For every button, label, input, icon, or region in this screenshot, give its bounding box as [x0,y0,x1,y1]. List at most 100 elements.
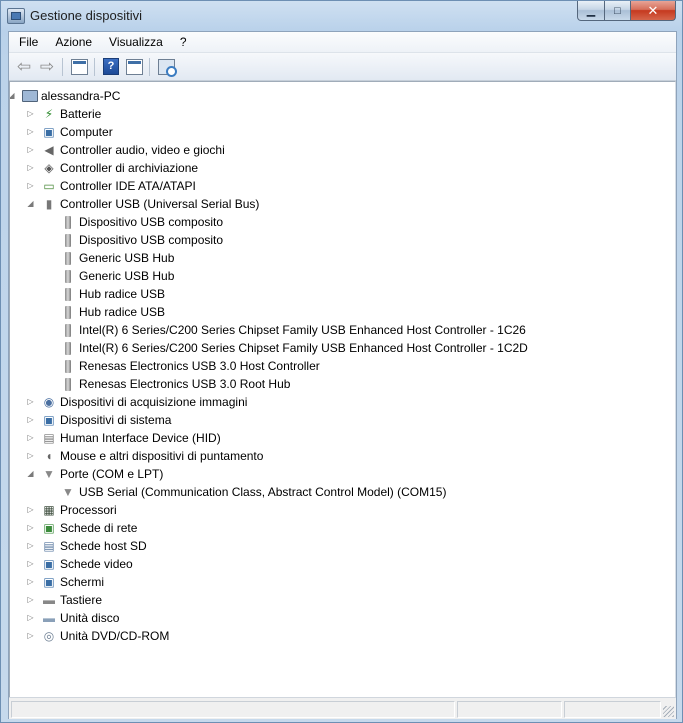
category-0[interactable]: ▷ ⚡ Batterie [27,105,101,123]
category-18[interactable]: ▷ ◎ Unità DVD/CD-ROM [27,627,169,645]
expand-icon[interactable]: ▷ [26,397,35,406]
device-tree[interactable]: ◢ alessandra-PC ▷ ⚡ Batterie ▷ ▣ Computer ▷ ◀ Cont… [9,81,676,698]
ide-controller-icon: ▭ [43,179,55,193]
category-3[interactable]: ▷ ◈ Controller di archiviazione [27,159,199,177]
device-item[interactable]: ▼ USB Serial (Communication Class, Abstra… [60,483,446,501]
toolbar-separator [149,57,150,76]
toolbar-separator [62,57,63,76]
help-button[interactable]: ? [100,56,122,78]
battery-icon: ⚡ [44,107,54,121]
device-item[interactable]: Dispositivo USB composito [60,231,223,249]
expand-icon[interactable]: ▷ [26,559,35,568]
keyboard-icon: ▬ [43,593,55,607]
expand-icon[interactable]: ▷ [26,145,35,154]
category-2[interactable]: ▷ ◀ Controller audio, video e giochi [27,141,225,159]
category-label: Dispositivi di acquisizione immagini [60,395,248,409]
expand-icon[interactable]: ▷ [26,433,35,442]
toolbar: ⇦ ⇨ ? [9,53,676,81]
category-1[interactable]: ▷ ▣ Computer [27,123,113,141]
usb-device-icon [60,358,76,374]
category-10[interactable]: ◢ ▼ Porte (COM e LPT) [27,465,164,483]
forward-button[interactable]: ⇨ [36,56,58,78]
category-7[interactable]: ▷ ▣ Dispositivi di sistema [27,411,171,429]
expand-icon[interactable]: ▷ [26,577,35,586]
device-item[interactable]: Renesas Electronics USB 3.0 Root Hub [60,375,290,393]
expand-icon[interactable]: ▷ [26,631,35,640]
status-pane-main [11,701,455,718]
menu-visualizza[interactable]: Visualizza [99,35,170,49]
toolbar-separator [94,57,95,76]
expand-icon[interactable]: ▷ [26,163,35,172]
expand-icon[interactable]: ▷ [26,415,35,424]
computer-icon: ▣ [43,125,55,139]
category-13[interactable]: ▷ ▤ Schede host SD [27,537,146,555]
expand-icon[interactable]: ▷ [26,595,35,604]
scan-hardware-icon [157,58,177,77]
expand-icon[interactable]: ▷ [26,505,35,514]
device-item[interactable]: Intel(R) 6 Series/C200 Series Chipset Fa… [60,321,526,339]
device-item[interactable]: Hub radice USB [60,303,165,321]
client-area: File Azione Visualizza ? ⇦ ⇨ ? ◢ alessan… [8,31,677,719]
collapse-icon[interactable]: ◢ [26,469,35,478]
device-item[interactable]: Generic USB Hub [60,249,174,267]
expand-icon[interactable]: ▷ [26,181,35,190]
device-label: Renesas Electronics USB 3.0 Root Hub [79,377,291,391]
forward-arrow-icon: ⇨ [39,57,55,76]
category-11[interactable]: ▷ ▦ Processori [27,501,117,519]
tree-root[interactable]: ◢ alessandra-PC [10,87,120,105]
category-17[interactable]: ▷ ▬ Unità disco [27,609,119,627]
usb-device-icon [60,340,76,356]
resize-grip[interactable] [663,706,674,717]
status-bar [9,697,676,719]
properties-button[interactable] [123,56,145,78]
show-hide-tree-button[interactable] [68,56,90,78]
scan-hardware-button[interactable] [155,56,177,78]
expand-icon[interactable]: ▷ [26,541,35,550]
title-bar[interactable]: Gestione dispositivi ▁ □ ✕ [1,1,682,31]
menu-azione[interactable]: Azione [45,35,99,49]
expand-icon[interactable]: ▷ [26,109,35,118]
collapse-icon[interactable]: ◢ [10,91,16,100]
category-14[interactable]: ▷ ▣ Schede video [27,555,132,573]
expand-icon[interactable]: ▷ [26,523,35,532]
category-9[interactable]: ▷ ◖ Mouse e altri dispositivi di puntament… [27,447,263,465]
device-item[interactable]: Hub radice USB [60,285,165,303]
close-button[interactable]: ✕ [631,1,676,21]
device-item[interactable]: Dispositivo USB composito [60,213,223,231]
category-label: Controller audio, video e giochi [60,143,225,157]
menu-file[interactable]: File [9,35,45,49]
category-label: Computer [60,125,113,139]
menu-help[interactable]: ? [170,35,194,49]
category-16[interactable]: ▷ ▬ Tastiere [27,591,102,609]
device-item[interactable]: Intel(R) 6 Series/C200 Series Chipset Fa… [60,339,528,357]
device-item[interactable]: Renesas Electronics USB 3.0 Host Control… [60,357,320,375]
usb-device-icon [60,376,76,392]
properties-icon [125,58,143,75]
storage-controller-icon: ◈ [44,161,54,175]
collapse-icon[interactable]: ◢ [26,199,35,208]
usb-device-icon [60,232,76,248]
category-label: Porte (COM e LPT) [60,467,164,481]
category-label: Controller di archiviazione [60,161,199,175]
expand-icon[interactable]: ▷ [26,613,35,622]
expand-icon[interactable]: ▷ [26,127,35,136]
status-pane-3 [564,701,661,718]
minimize-button[interactable]: ▁ [577,1,605,21]
device-label: Generic USB Hub [79,251,175,265]
maximize-button[interactable]: □ [605,1,631,21]
window-title: Gestione dispositivi [30,8,142,23]
category-4[interactable]: ▷ ▭ Controller IDE ATA/ATAPI [27,177,196,195]
category-12[interactable]: ▷ ▣ Schede di rete [27,519,137,537]
category-6[interactable]: ▷ ◉ Dispositivi di acquisizione immagini [27,393,248,411]
processor-icon: ▦ [43,503,55,517]
camera-icon: ◉ [43,395,55,409]
category-15[interactable]: ▷ ▣ Schermi [27,573,104,591]
display-adapter-icon: ▣ [43,557,55,571]
back-button[interactable]: ⇦ [13,56,35,78]
category-label: Processori [60,503,117,517]
category-5[interactable]: ◢ ▮ Controller USB (Universal Serial Bus) [27,195,259,213]
category-label: Controller IDE ATA/ATAPI [60,179,196,193]
category-8[interactable]: ▷ ▤ Human Interface Device (HID) [27,429,220,447]
device-item[interactable]: Generic USB Hub [60,267,174,285]
expand-icon[interactable]: ▷ [26,451,35,460]
